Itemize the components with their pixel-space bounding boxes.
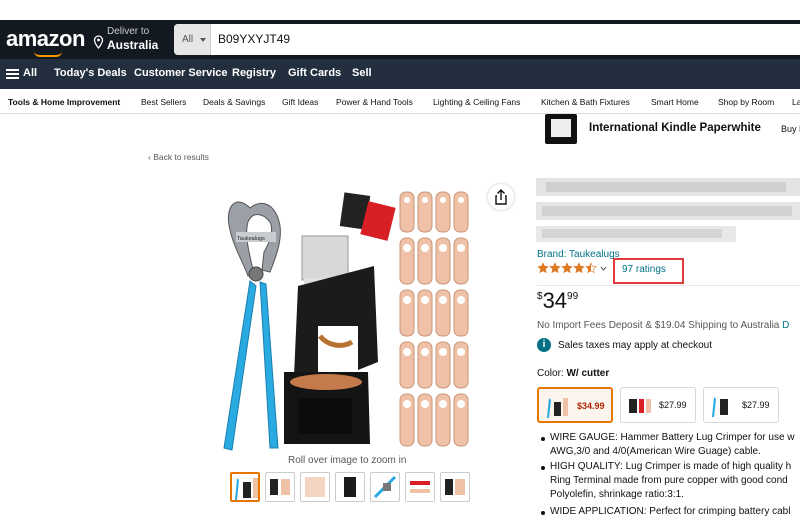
thumbnail-1[interactable] — [230, 472, 260, 502]
amazon-smile-icon — [34, 51, 62, 57]
tax-text: Sales taxes may apply at checkout — [558, 340, 712, 351]
svg-text:Taukealugs: Taukealugs — [237, 236, 265, 242]
main-nav: All Today's Deals Customer Service Regis… — [0, 59, 800, 89]
feature-bullet-2-cont2: Polyolefin, shrinkage ratio:3:1. — [550, 489, 684, 500]
thumbnail-2[interactable] — [265, 472, 295, 502]
search-input[interactable] — [218, 32, 778, 46]
subnav-best-sellers[interactable]: Best Sellers — [141, 97, 186, 107]
option-thumbnail — [712, 397, 728, 417]
search-category-label: All — [182, 34, 194, 45]
nav-todays-deals[interactable]: Today's Deals — [54, 67, 127, 79]
feature-bullet-2-cont: Ring Terminal made from pure copper with… — [550, 475, 788, 486]
option-price: $27.99 — [659, 400, 687, 410]
shipping-text: No Import Fees Deposit & $19.04 Shipping… — [537, 320, 780, 331]
all-menu-button[interactable]: All — [23, 67, 37, 79]
product-main-image[interactable]: Taukealugs — [218, 186, 480, 452]
hamburger-menu-icon[interactable] — [6, 69, 19, 79]
divider — [537, 285, 800, 286]
bullet-dot — [541, 437, 545, 441]
thumbnail-5[interactable] — [370, 472, 400, 502]
feature-bullet-3: WIDE APPLICATION: Perfect for crimping b… — [550, 506, 791, 517]
subnav-power-hand-tools[interactable]: Power & Hand Tools — [336, 97, 413, 107]
share-button[interactable] — [488, 184, 514, 210]
thumbnail-3[interactable] — [300, 472, 330, 502]
color-value: W/ cutter — [566, 368, 610, 379]
option-thumbnail — [629, 399, 651, 413]
deliver-label: Deliver to — [107, 26, 150, 37]
nav-sell[interactable]: Sell — [352, 67, 372, 79]
price-currency: $ — [537, 291, 543, 302]
zoom-hint: Roll over image to zoom in — [288, 455, 407, 466]
search-category-dropdown[interactable]: All — [174, 24, 211, 55]
category-subnav: Tools & Home Improvement Best Sellers De… — [0, 89, 800, 114]
option-price: $27.99 — [742, 400, 770, 410]
thumbnail-strip — [230, 472, 480, 502]
price-whole: 34 — [542, 288, 568, 313]
top-navbar: amazon Deliver to Australia All — [0, 20, 800, 59]
brand-link[interactable]: Brand: Taukealugs — [537, 249, 620, 260]
option-price: $34.99 — [577, 401, 605, 411]
thumbnail-7[interactable] — [440, 472, 470, 502]
blurred-product-title — [536, 178, 800, 242]
nav-gift-cards[interactable]: Gift Cards — [288, 67, 341, 79]
location-pin-icon — [93, 35, 104, 49]
star-rating[interactable] — [537, 262, 609, 274]
subnav-kitchen-bath[interactable]: Kitchen & Bath Fixtures — [541, 97, 630, 107]
bullet-dot — [541, 511, 545, 515]
ratings-count-link[interactable]: 97 ratings — [622, 264, 666, 275]
thumbnail-4[interactable] — [335, 472, 365, 502]
subnav-smart-home[interactable]: Smart Home — [651, 97, 699, 107]
subnav-deals-savings[interactable]: Deals & Savings — [203, 97, 265, 107]
color-option-w-cutter[interactable]: $34.99 — [537, 387, 613, 423]
thumbnail-6[interactable] — [405, 472, 435, 502]
kindle-device-image — [545, 114, 577, 144]
feature-bullet-1-cont: AWG,3/0 and 4/0(American Wire Guage) cab… — [550, 446, 761, 457]
bullet-dot — [541, 466, 545, 470]
shipping-details-link[interactable]: D — [782, 320, 789, 331]
feature-bullet-1: WIRE GAUGE: Hammer Battery Lug Crimper f… — [550, 432, 795, 443]
subnav-tools-home[interactable]: Tools & Home Improvement — [8, 97, 120, 107]
price: $3499 — [537, 288, 578, 314]
color-label: Color: — [537, 368, 564, 379]
subnav-shop-by-room[interactable]: Shop by Room — [718, 97, 774, 107]
feature-bullet-2: HIGH QUALITY: Lug Crimper is made of hig… — [550, 461, 792, 472]
top-gap — [0, 0, 800, 20]
price-fraction: 99 — [567, 291, 579, 302]
caret-down-icon — [200, 38, 206, 42]
kindle-buy-button[interactable]: Buy N — [781, 124, 800, 134]
amazon-logo[interactable]: amazon — [6, 26, 85, 52]
share-icon — [495, 189, 507, 205]
color-selector-label: Color: W/ cutter — [537, 368, 609, 379]
color-option-2[interactable]: $27.99 — [620, 387, 696, 423]
kindle-promo-banner[interactable]: International Kindle Paperwhite Buy N — [545, 114, 800, 146]
option-thumbnail — [547, 398, 568, 418]
search-bar: All — [174, 24, 800, 55]
kindle-promo-title: International Kindle Paperwhite — [589, 122, 761, 134]
shipping-import-text: No Import Fees Deposit & $19.04 Shipping… — [537, 320, 789, 331]
info-icon: i — [537, 338, 551, 352]
subnav-overflow[interactable]: La — [792, 97, 800, 107]
subnav-gift-ideas[interactable]: Gift Ideas — [282, 97, 318, 107]
hammer-crimper-tool — [284, 235, 378, 444]
nav-registry[interactable]: Registry — [232, 67, 276, 79]
nav-customer-service[interactable]: Customer Service — [134, 67, 228, 79]
deliver-country: Australia — [107, 38, 159, 52]
subnav-lighting-fans[interactable]: Lighting & Ceiling Fans — [433, 97, 520, 107]
cable-cutter-pliers: Taukealugs — [223, 201, 281, 451]
back-to-results-link[interactable]: ‹ Back to results — [148, 152, 209, 162]
heat-shrink-tubes — [339, 192, 396, 241]
copper-ring-lugs — [399, 191, 469, 447]
color-option-3[interactable]: $27.99 — [703, 387, 779, 423]
